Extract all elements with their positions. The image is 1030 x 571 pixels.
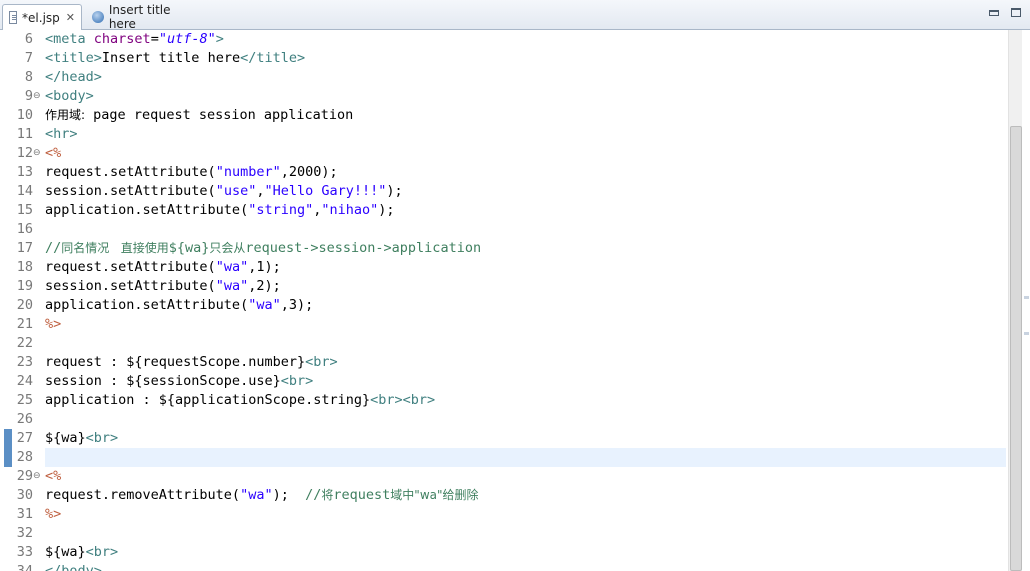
line-number: 29 [16,468,33,484]
overview-ruler [1022,30,1030,571]
line-number: 10 [16,107,33,123]
tab-label: Insert title here [108,3,171,31]
code-line[interactable]: <% [45,467,61,486]
overview-marker[interactable] [1024,332,1029,335]
line-number: 31 [16,506,33,522]
line-number: 17 [16,240,33,256]
fold-toggle-icon[interactable]: ⊖ [33,87,41,106]
code-line[interactable]: application.setAttribute("string","nihao… [45,201,395,220]
line-number: 21 [16,316,33,332]
code-line[interactable]: request.removeAttribute("wa"); //将reques… [45,486,479,505]
code-line[interactable]: request : ${requestScope.number}<br> [45,353,338,372]
line-number: 33 [16,544,33,560]
code-line[interactable]: session : ${sessionScope.use}<br> [45,372,313,391]
code-line[interactable]: </body> [45,562,102,571]
code-line[interactable]: request.setAttribute("number",2000); [45,163,338,182]
line-number: 19 [16,278,33,294]
line-number: 20 [16,297,33,313]
scrollbar-thumb[interactable] [1010,126,1022,571]
code-line[interactable]: ${wa}<br> [45,543,118,562]
line-number: 23 [16,354,33,370]
editor-tab-bar: *el.jsp ✕ Insert title here [0,0,1030,31]
code-line[interactable]: <hr> [45,125,78,144]
code-line[interactable]: 作用域: page request session application [45,106,353,125]
code-line[interactable]: ${wa}<br> [45,429,118,448]
code-line[interactable]: session.setAttribute("wa",2); [45,277,281,296]
code-line[interactable]: //同名情况 直接使用${wa}只会从request->session->app… [45,239,481,258]
close-icon[interactable]: ✕ [66,11,75,24]
current-line-highlight [45,448,1006,467]
overview-marker[interactable] [1024,296,1029,299]
code-line[interactable]: <meta charset="utf-8"> [45,30,224,49]
line-number: 14 [16,183,33,199]
jsp-file-icon [9,11,18,24]
code-line[interactable]: %> [45,505,61,524]
code-line[interactable]: request.setAttribute("wa",1); [45,258,281,277]
line-number: 24 [16,373,33,389]
code-line[interactable]: <title>Insert title here</title> [45,49,305,68]
line-number: 28 [16,449,33,465]
code-line[interactable]: application.setAttribute("wa",3); [45,296,313,315]
line-number: 26 [16,411,33,427]
fold-toggle-icon[interactable]: ⊖ [33,144,41,163]
code-line[interactable]: session.setAttribute("use","Hello Gary!!… [45,182,403,201]
line-number: 16 [16,221,33,237]
code-editor[interactable]: 6 <meta charset="utf-8"> 7 <title>Insert ti… [0,30,1008,571]
line-number: 30 [16,487,33,503]
code-line[interactable]: %> [45,315,61,334]
tab-label: *el.jsp [22,10,60,25]
line-number: 11 [16,126,33,142]
line-number: 12 [16,145,33,161]
tab-el-jsp[interactable]: *el.jsp ✕ [2,4,82,30]
line-number: 34 [16,563,33,571]
line-number: 32 [16,525,33,541]
fold-toggle-icon[interactable]: ⊖ [33,467,41,486]
line-number: 8 [24,69,33,85]
tab-insert-title-here[interactable]: Insert title here [86,3,206,31]
code-line[interactable]: application : ${applicationScope.string}… [45,391,435,410]
minimize-icon[interactable] [989,10,999,16]
globe-icon [92,11,104,23]
line-number: 22 [16,335,33,351]
line-number: 27 [16,430,33,446]
line-number: 18 [16,259,33,275]
line-number: 7 [24,50,33,66]
line-number: 9 [24,88,33,104]
code-line[interactable]: <% [45,144,61,163]
line-number: 13 [16,164,33,180]
line-number: 15 [16,202,33,218]
code-line[interactable]: <body> [45,87,94,106]
vertical-scrollbar[interactable] [1008,30,1022,571]
code-line[interactable]: </head> [45,68,102,87]
line-number: 6 [24,31,33,47]
maximize-icon[interactable] [1011,8,1021,17]
line-number: 25 [16,392,33,408]
